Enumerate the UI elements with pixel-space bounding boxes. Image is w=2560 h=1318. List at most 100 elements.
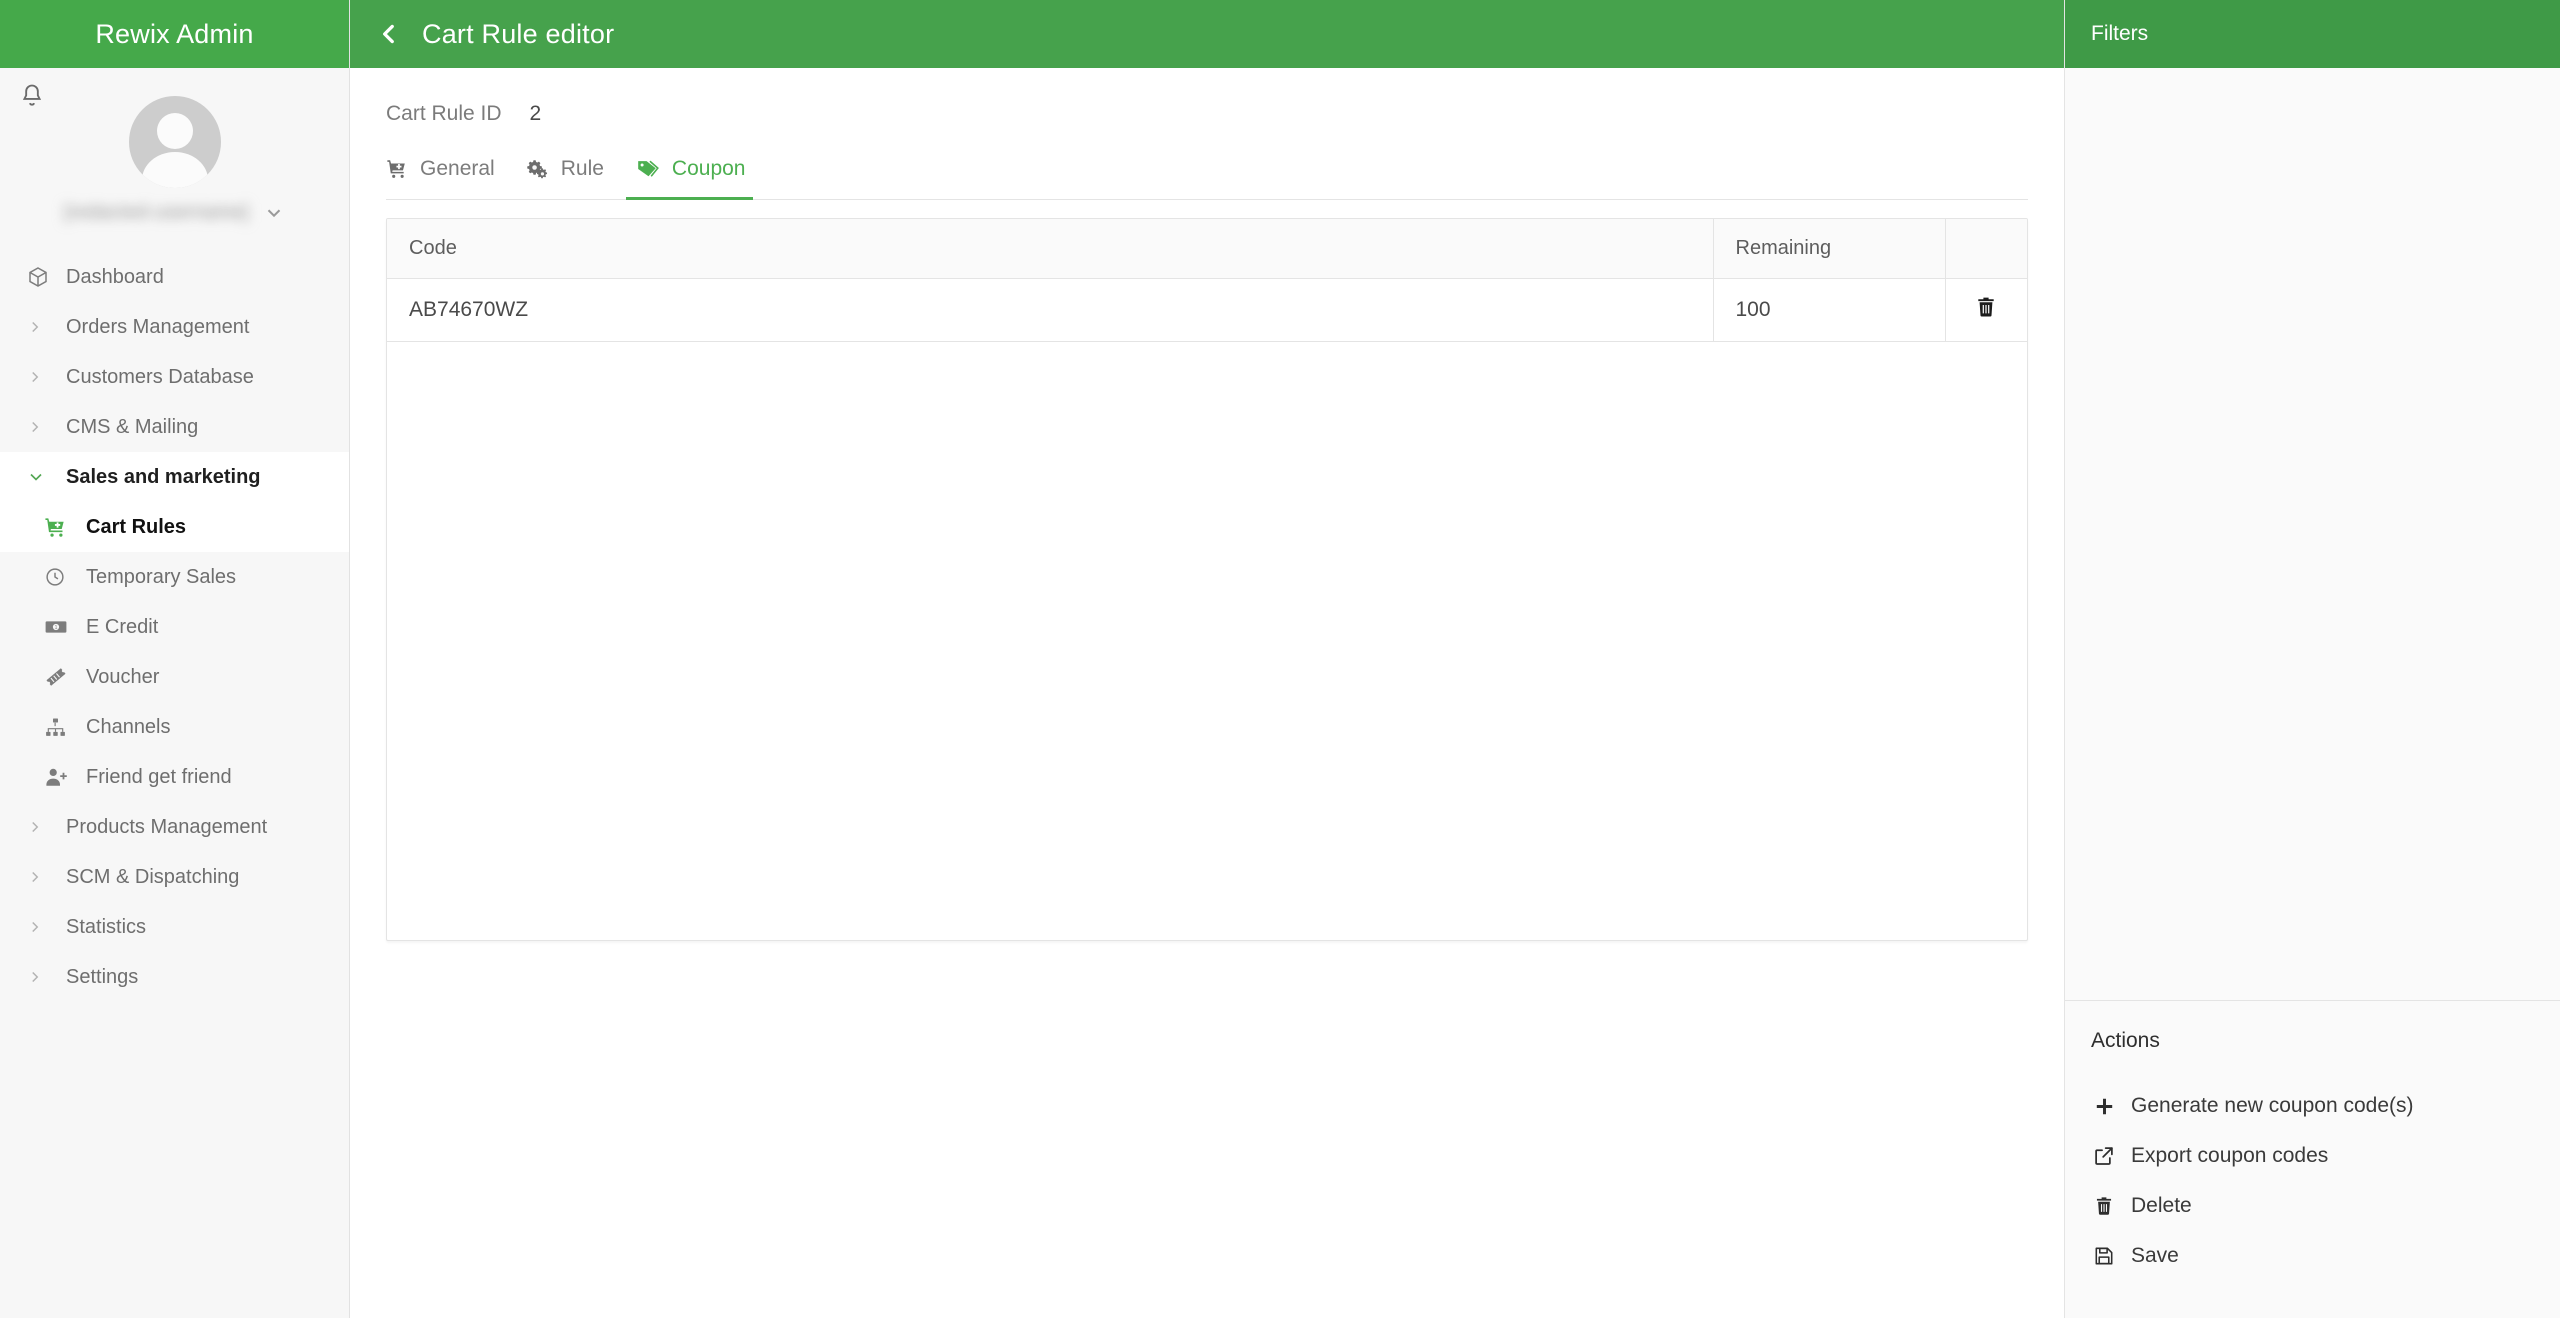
sidebar-item-sales-and-marketing[interactable]: Sales and marketing (0, 452, 349, 502)
trash-icon (2091, 1195, 2117, 1217)
tab-rule[interactable]: Rule (517, 151, 626, 199)
cart-plus-icon (386, 158, 408, 180)
topbar: Cart Rule editor (350, 0, 2064, 68)
table-body: AB74670WZ 100 (387, 278, 2027, 342)
chevron-down-icon (26, 467, 66, 487)
sidebar-item-label: Temporary Sales (86, 565, 237, 588)
sidebar-item-label: Statistics (66, 915, 147, 938)
sidebar-item-label: Channels (86, 715, 171, 738)
chevron-right-icon (26, 918, 66, 936)
cell-remaining: 100 (1713, 278, 1946, 342)
generate-coupon-codes-button[interactable]: Generate new coupon code(s) (2065, 1081, 2560, 1131)
sidebar-item-voucher[interactable]: Voucher (0, 652, 349, 702)
svg-text:1: 1 (55, 625, 58, 631)
chevron-right-icon (26, 968, 66, 986)
sidebar-item-temporary-sales[interactable]: Temporary Sales (0, 552, 349, 602)
plus-icon (2091, 1096, 2117, 1117)
chevron-down-icon[interactable] (263, 202, 285, 224)
delete-button[interactable]: Delete (2065, 1181, 2560, 1231)
column-header-remaining: Remaining (1713, 219, 1946, 279)
coupon-table-panel: Code Remaining AB74670WZ 100 (386, 218, 2028, 941)
actions-section: Actions Generate new coupon code(s) Expo… (2065, 1000, 2560, 1318)
user-plus-icon (44, 765, 86, 789)
sidebar-item-label: Settings (66, 965, 139, 988)
chevron-right-icon (26, 318, 66, 336)
actions-list: Generate new coupon code(s) Export coupo… (2065, 1081, 2560, 1281)
cogs-icon (526, 158, 549, 180)
sidebar-item-label: Voucher (86, 665, 160, 688)
table-head: Code Remaining (387, 219, 2027, 279)
sidebar-item-orders-management[interactable]: Orders Management (0, 302, 349, 352)
export-coupon-codes-button[interactable]: Export coupon codes (2065, 1131, 2560, 1181)
sidebar-item-label: Customers Database (66, 365, 254, 388)
tags-icon (636, 157, 660, 181)
tab-general[interactable]: General (386, 151, 517, 199)
cell-actions (1945, 278, 2027, 342)
save-button[interactable]: Save (2065, 1231, 2560, 1281)
chevron-right-icon (26, 368, 66, 386)
sidebar-item-statistics[interactable]: Statistics (0, 902, 349, 952)
external-link-icon (2091, 1145, 2117, 1167)
actions-title: Actions (2091, 1029, 2160, 1052)
sidebar-item-label: Friend get friend (86, 765, 232, 788)
cart-rule-id-label: Cart Rule ID (386, 102, 502, 125)
table-header-row: Code Remaining (387, 219, 2027, 279)
tab-label: Rule (560, 157, 604, 180)
cart-rule-id-row: Cart Rule ID 2 (350, 68, 2064, 126)
sidebar-item-label: SCM & Dispatching (66, 865, 240, 888)
right-panel: Filters Actions Generate new coupon code… (2064, 0, 2560, 1318)
floppy-disk-icon (2091, 1245, 2117, 1267)
sidebar-item-friend-get-friend[interactable]: Friend get friend (0, 752, 349, 802)
content-area: Cart Rule ID 2 General Rule Coupon Code … (350, 68, 2064, 1318)
tab-label: Coupon (671, 157, 746, 180)
sidebar-item-e-credit[interactable]: 1 E Credit (0, 602, 349, 652)
action-label: Save (2131, 1244, 2179, 1267)
sidebar-item-customers-database[interactable]: Customers Database (0, 352, 349, 402)
action-label: Export coupon codes (2131, 1144, 2329, 1167)
table-row[interactable]: AB74670WZ 100 (387, 278, 2027, 342)
sidebar-item-channels[interactable]: Channels (0, 702, 349, 752)
sidebar-item-dashboard[interactable]: Dashboard (0, 252, 349, 302)
sidebar-item-label: E Credit (86, 615, 159, 638)
sidebar-item-products-management[interactable]: Products Management (0, 802, 349, 852)
sidebar-nav: Dashboard Orders Management Customers Da… (0, 246, 349, 1002)
bell-icon[interactable] (18, 82, 46, 110)
sidebar-item-label: Cart Rules (86, 515, 187, 538)
money-bill-icon: 1 (44, 615, 86, 639)
trash-icon[interactable] (1974, 295, 1998, 319)
page-title: Cart Rule editor (422, 18, 615, 49)
app-root: Rewix Admin [redacted-username] Dashboar… (0, 0, 2560, 1318)
brand-title: Rewix Admin (0, 0, 349, 68)
sidebar-item-label: CMS & Mailing (66, 415, 199, 438)
sidebar-item-label: Orders Management (66, 315, 250, 338)
sidebar-item-label: Products Management (66, 815, 268, 838)
sidebar-item-settings[interactable]: Settings (0, 952, 349, 1002)
sidebar: Rewix Admin [redacted-username] Dashboar… (0, 0, 350, 1318)
chevron-right-icon (26, 818, 66, 836)
filters-title: Filters (2065, 0, 2560, 68)
ticket-icon (44, 665, 86, 689)
cart-plus-icon (44, 516, 86, 539)
cube-icon (26, 265, 66, 289)
sidebar-item-cms-mailing[interactable]: CMS & Mailing (0, 402, 349, 452)
sidebar-item-cart-rules[interactable]: Cart Rules (0, 502, 349, 552)
sidebar-item-label: Dashboard (66, 265, 164, 288)
action-label: Delete (2131, 1194, 2192, 1217)
chevron-right-icon (26, 418, 66, 436)
sidebar-user-block: [redacted-username] (0, 68, 349, 246)
tab-coupon[interactable]: Coupon (625, 151, 768, 200)
clock-icon (44, 566, 86, 588)
coupon-table: Code Remaining AB74670WZ 100 (387, 219, 2027, 342)
sidebar-item-scm-dispatching[interactable]: SCM & Dispatching (0, 852, 349, 902)
chevron-right-icon (26, 868, 66, 886)
avatar[interactable] (128, 96, 221, 188)
tab-label: General (420, 157, 495, 180)
user-name: [redacted-username] (64, 202, 249, 223)
column-header-code: Code (387, 219, 1714, 279)
column-header-actions (1945, 219, 2027, 279)
cart-rule-id-value: 2 (529, 102, 542, 125)
cell-code: AB74670WZ (387, 278, 1714, 342)
chevron-left-icon[interactable] (376, 21, 402, 47)
avatar-wrap (0, 96, 349, 188)
user-menu[interactable]: [redacted-username] (0, 202, 349, 224)
